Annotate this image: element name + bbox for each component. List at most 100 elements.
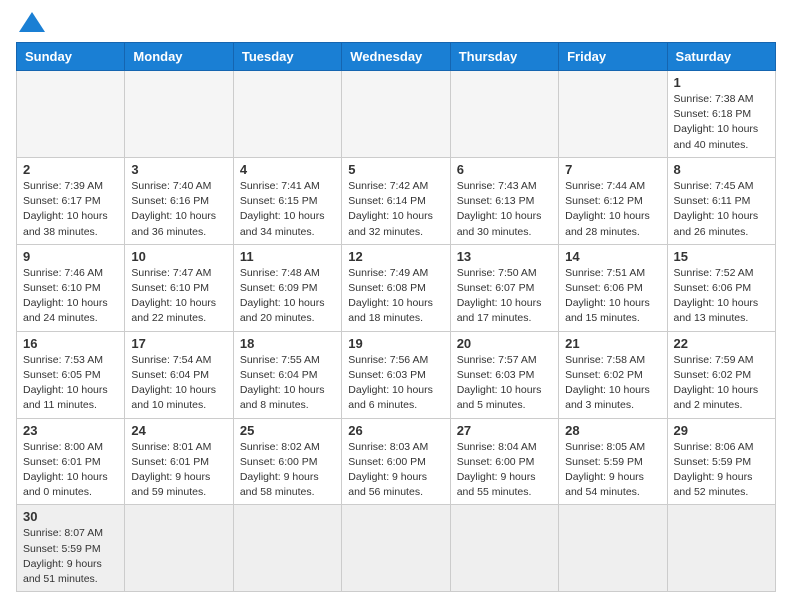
day-info: Sunrise: 8:06 AM Sunset: 5:59 PM Dayligh… [674, 440, 769, 501]
calendar-cell: 7 Sunrise: 7:44 AM Sunset: 6:12 PM Daylig… [559, 157, 667, 244]
calendar-cell [125, 71, 233, 158]
weekday-tuesday: Tuesday [233, 43, 341, 71]
calendar-cell: 17 Sunrise: 7:54 AM Sunset: 6:04 PM Dayli… [125, 331, 233, 418]
day-number: 7 [565, 162, 660, 177]
calendar-cell [17, 71, 125, 158]
day-number: 29 [674, 423, 769, 438]
day-number: 24 [131, 423, 226, 438]
calendar-cell [559, 505, 667, 592]
day-number: 27 [457, 423, 552, 438]
day-number: 6 [457, 162, 552, 177]
day-number: 5 [348, 162, 443, 177]
day-info: Sunrise: 7:53 AM Sunset: 6:05 PM Dayligh… [23, 353, 118, 414]
calendar-cell: 21 Sunrise: 7:58 AM Sunset: 6:02 PM Dayli… [559, 331, 667, 418]
calendar-cell: 15 Sunrise: 7:52 AM Sunset: 6:06 PM Dayli… [667, 244, 775, 331]
day-info: Sunrise: 7:57 AM Sunset: 6:03 PM Dayligh… [457, 353, 552, 414]
day-info: Sunrise: 7:54 AM Sunset: 6:04 PM Dayligh… [131, 353, 226, 414]
calendar-cell: 12Sunrise: 7:49 AM Sunset: 6:08 PM Dayli… [342, 244, 450, 331]
day-info: Sunrise: 7:52 AM Sunset: 6:06 PM Dayligh… [674, 266, 769, 327]
day-info: Sunrise: 7:47 AM Sunset: 6:10 PM Dayligh… [131, 266, 226, 327]
day-number: 18 [240, 336, 335, 351]
weekday-thursday: Thursday [450, 43, 558, 71]
day-info: Sunrise: 8:00 AM Sunset: 6:01 PM Dayligh… [23, 440, 118, 501]
calendar-cell: 14 Sunrise: 7:51 AM Sunset: 6:06 PM Dayli… [559, 244, 667, 331]
day-number: 28 [565, 423, 660, 438]
calendar-cell: 13 Sunrise: 7:50 AM Sunset: 6:07 PM Dayli… [450, 244, 558, 331]
calendar-cell [450, 505, 558, 592]
calendar-cell: 23 Sunrise: 8:00 AM Sunset: 6:01 PM Dayli… [17, 418, 125, 505]
day-number: 4 [240, 162, 335, 177]
calendar-cell: 11Sunrise: 7:48 AM Sunset: 6:09 PM Dayli… [233, 244, 341, 331]
day-info: Sunrise: 7:58 AM Sunset: 6:02 PM Dayligh… [565, 353, 660, 414]
day-info: Sunrise: 7:49 AM Sunset: 6:08 PM Dayligh… [348, 266, 443, 327]
day-info: Sunrise: 8:05 AM Sunset: 5:59 PM Dayligh… [565, 440, 660, 501]
calendar-cell: 5 Sunrise: 7:42 AM Sunset: 6:14 PM Daylig… [342, 157, 450, 244]
week-row-6: 30Sunrise: 8:07 AM Sunset: 5:59 PM Dayli… [17, 505, 776, 592]
weekday-sunday: Sunday [17, 43, 125, 71]
calendar-cell: 19 Sunrise: 7:56 AM Sunset: 6:03 PM Dayli… [342, 331, 450, 418]
calendar-cell [233, 505, 341, 592]
day-info: Sunrise: 7:41 AM Sunset: 6:15 PM Dayligh… [240, 179, 335, 240]
day-info: Sunrise: 8:01 AM Sunset: 6:01 PM Dayligh… [131, 440, 226, 501]
day-number: 30 [23, 509, 118, 524]
calendar-cell [342, 505, 450, 592]
weekday-friday: Friday [559, 43, 667, 71]
calendar-cell: 3Sunrise: 7:40 AM Sunset: 6:16 PM Daylig… [125, 157, 233, 244]
calendar-cell: 25Sunrise: 8:02 AM Sunset: 6:00 PM Dayli… [233, 418, 341, 505]
day-number: 9 [23, 249, 118, 264]
week-row-2: 2 Sunrise: 7:39 AM Sunset: 6:17 PM Daylig… [17, 157, 776, 244]
calendar-cell: 22Sunrise: 7:59 AM Sunset: 6:02 PM Dayli… [667, 331, 775, 418]
calendar-cell [450, 71, 558, 158]
day-info: Sunrise: 7:50 AM Sunset: 6:07 PM Dayligh… [457, 266, 552, 327]
calendar-cell: 29 Sunrise: 8:06 AM Sunset: 5:59 PM Dayli… [667, 418, 775, 505]
day-info: Sunrise: 7:56 AM Sunset: 6:03 PM Dayligh… [348, 353, 443, 414]
day-number: 21 [565, 336, 660, 351]
week-row-5: 23 Sunrise: 8:00 AM Sunset: 6:01 PM Dayli… [17, 418, 776, 505]
calendar: SundayMondayTuesdayWednesdayThursdayFrid… [16, 42, 776, 592]
day-number: 20 [457, 336, 552, 351]
calendar-cell: 24 Sunrise: 8:01 AM Sunset: 6:01 PM Dayli… [125, 418, 233, 505]
day-number: 13 [457, 249, 552, 264]
day-number: 17 [131, 336, 226, 351]
day-info: Sunrise: 7:39 AM Sunset: 6:17 PM Dayligh… [23, 179, 118, 240]
calendar-cell [342, 71, 450, 158]
calendar-cell [559, 71, 667, 158]
day-info: Sunrise: 7:51 AM Sunset: 6:06 PM Dayligh… [565, 266, 660, 327]
day-number: 23 [23, 423, 118, 438]
day-number: 1 [674, 75, 769, 90]
day-number: 11 [240, 249, 335, 264]
day-info: Sunrise: 8:04 AM Sunset: 6:00 PM Dayligh… [457, 440, 552, 501]
logo-triangle [19, 12, 45, 32]
weekday-saturday: Saturday [667, 43, 775, 71]
calendar-cell: 4 Sunrise: 7:41 AM Sunset: 6:15 PM Daylig… [233, 157, 341, 244]
calendar-cell: 10Sunrise: 7:47 AM Sunset: 6:10 PM Dayli… [125, 244, 233, 331]
calendar-cell: 26 Sunrise: 8:03 AM Sunset: 6:00 PM Dayli… [342, 418, 450, 505]
calendar-cell: 8Sunrise: 7:45 AM Sunset: 6:11 PM Daylig… [667, 157, 775, 244]
day-number: 2 [23, 162, 118, 177]
calendar-cell [233, 71, 341, 158]
calendar-cell: 28 Sunrise: 8:05 AM Sunset: 5:59 PM Dayli… [559, 418, 667, 505]
calendar-cell: 30Sunrise: 8:07 AM Sunset: 5:59 PM Dayli… [17, 505, 125, 592]
weekday-header-row: SundayMondayTuesdayWednesdayThursdayFrid… [17, 43, 776, 71]
day-number: 26 [348, 423, 443, 438]
calendar-cell: 1 Sunrise: 7:38 AM Sunset: 6:18 PM Daylig… [667, 71, 775, 158]
weekday-wednesday: Wednesday [342, 43, 450, 71]
weekday-monday: Monday [125, 43, 233, 71]
day-info: Sunrise: 8:03 AM Sunset: 6:00 PM Dayligh… [348, 440, 443, 501]
day-info: Sunrise: 7:43 AM Sunset: 6:13 PM Dayligh… [457, 179, 552, 240]
day-info: Sunrise: 7:38 AM Sunset: 6:18 PM Dayligh… [674, 92, 769, 153]
calendar-cell: 18Sunrise: 7:55 AM Sunset: 6:04 PM Dayli… [233, 331, 341, 418]
calendar-cell: 16Sunrise: 7:53 AM Sunset: 6:05 PM Dayli… [17, 331, 125, 418]
day-number: 19 [348, 336, 443, 351]
day-info: Sunrise: 7:40 AM Sunset: 6:16 PM Dayligh… [131, 179, 226, 240]
day-info: Sunrise: 8:02 AM Sunset: 6:00 PM Dayligh… [240, 440, 335, 501]
day-info: Sunrise: 7:42 AM Sunset: 6:14 PM Dayligh… [348, 179, 443, 240]
day-number: 14 [565, 249, 660, 264]
week-row-4: 16Sunrise: 7:53 AM Sunset: 6:05 PM Dayli… [17, 331, 776, 418]
day-number: 15 [674, 249, 769, 264]
calendar-cell: 27 Sunrise: 8:04 AM Sunset: 6:00 PM Dayli… [450, 418, 558, 505]
day-info: Sunrise: 7:44 AM Sunset: 6:12 PM Dayligh… [565, 179, 660, 240]
day-number: 8 [674, 162, 769, 177]
week-row-3: 9Sunrise: 7:46 AM Sunset: 6:10 PM Daylig… [17, 244, 776, 331]
week-row-1: 1 Sunrise: 7:38 AM Sunset: 6:18 PM Daylig… [17, 71, 776, 158]
